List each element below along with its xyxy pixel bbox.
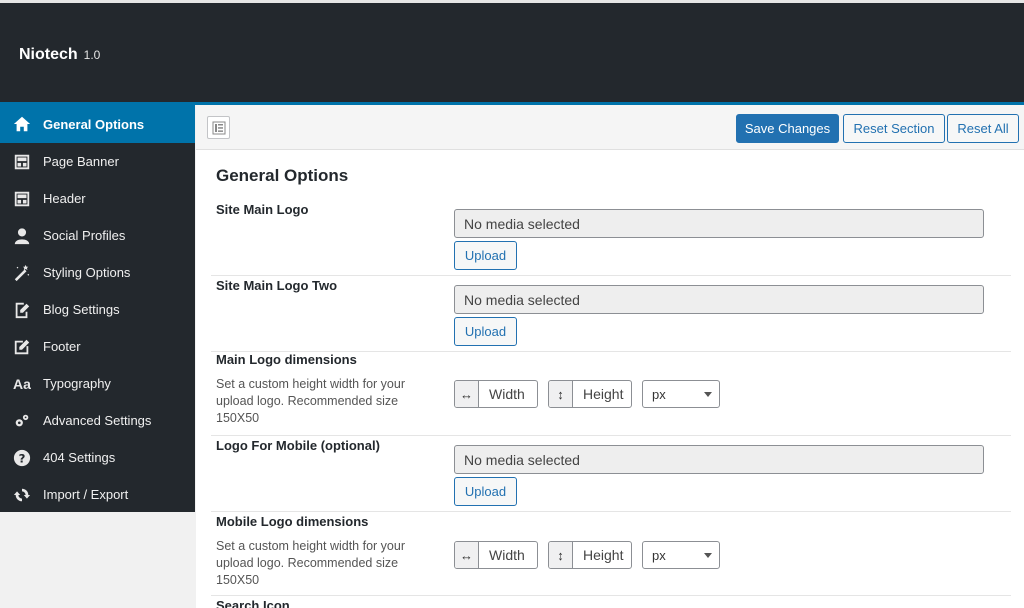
sidebar-item-typography[interactable]: Aa Typography xyxy=(0,365,195,402)
field-row-main-logo-dimensions: Main Logo dimensions Set a custom height… xyxy=(211,352,1011,436)
vertical-arrows-icon: ↕ xyxy=(549,381,573,407)
upload-button[interactable]: Upload xyxy=(454,241,517,270)
sidebar-item-label: Import / Export xyxy=(43,487,129,502)
app-version: 1.0 xyxy=(83,48,101,62)
edit-page-icon xyxy=(12,300,32,320)
gears-icon xyxy=(12,411,32,431)
media-url-field[interactable]: No media selected xyxy=(454,209,984,238)
field-row-site-main-logo: Site Main Logo No media selected Upload xyxy=(211,200,1011,276)
magic-wand-icon xyxy=(12,263,32,283)
sidebar-item-label: Advanced Settings xyxy=(43,413,152,428)
chevron-down-icon xyxy=(704,392,712,397)
width-input-group[interactable]: ↔ Width xyxy=(454,541,538,569)
section-title: General Options xyxy=(216,166,349,185)
options-panel: Save Changes Reset Section Reset All Gen… xyxy=(196,105,1024,608)
width-input-group[interactable]: ↔ Width xyxy=(454,380,538,408)
reset-all-button[interactable]: Reset All xyxy=(947,114,1019,143)
horizontal-arrows-icon: ↔ xyxy=(455,381,479,407)
sidebar-item-footer[interactable]: Footer xyxy=(0,328,195,365)
app-brand: Niotech 1.0 xyxy=(19,46,100,64)
sidebar-item-header[interactable]: Header xyxy=(0,180,195,217)
layout-icon xyxy=(12,152,32,172)
unit-select[interactable]: px xyxy=(642,380,720,408)
list-icon xyxy=(212,121,225,134)
field-label: Site Main Logo xyxy=(216,202,309,217)
height-input-group[interactable]: ↕ Height xyxy=(548,380,632,408)
sidebar-item-advanced-settings[interactable]: Advanced Settings xyxy=(0,402,195,439)
expand-toggle-button[interactable] xyxy=(207,116,230,139)
horizontal-arrows-icon: ↔ xyxy=(455,542,479,568)
top-header: Niotech 1.0 xyxy=(0,0,1024,102)
sidebar-item-social-profiles[interactable]: Social Profiles xyxy=(0,217,195,254)
sidebar-item-label: Header xyxy=(43,191,86,206)
field-row-logo-for-mobile: Logo For Mobile (optional) No media sele… xyxy=(211,436,1011,512)
edit-icon xyxy=(12,337,32,357)
reset-section-button[interactable]: Reset Section xyxy=(843,114,945,143)
app-name: Niotech xyxy=(19,46,78,63)
field-description: Set a custom height width for your uploa… xyxy=(216,377,405,425)
field-label: Site Main Logo Two xyxy=(216,278,338,293)
sidebar-item-label: Social Profiles xyxy=(43,228,126,243)
upload-button[interactable]: Upload xyxy=(454,477,517,506)
upload-button[interactable]: Upload xyxy=(454,317,517,346)
sidebar-item-label: Footer xyxy=(43,339,81,354)
field-label: Logo For Mobile (optional) xyxy=(216,438,380,453)
height-input[interactable]: Height xyxy=(573,381,623,407)
field-row-search-icon: Search Icon xyxy=(211,596,1011,608)
sidebar-item-label: Typography xyxy=(43,376,111,391)
sidebar-item-styling-options[interactable]: Styling Options xyxy=(0,254,195,291)
field-label: Mobile Logo dimensions xyxy=(216,514,369,529)
save-changes-button[interactable]: Save Changes xyxy=(736,114,839,143)
media-url-field[interactable]: No media selected xyxy=(454,445,984,474)
height-input-group[interactable]: ↕ Height xyxy=(548,541,632,569)
font-icon: Aa xyxy=(13,375,31,392)
chevron-down-icon xyxy=(704,553,712,558)
width-input[interactable]: Width xyxy=(479,381,525,407)
field-label: Search Icon xyxy=(216,598,290,608)
user-icon xyxy=(12,226,32,246)
sidebar-item-blog-settings[interactable]: Blog Settings xyxy=(0,291,195,328)
sidebar-item-label: Styling Options xyxy=(43,265,131,280)
sidebar-item-page-banner[interactable]: Page Banner xyxy=(0,143,195,180)
refresh-icon xyxy=(12,485,32,505)
unit-select-value: px xyxy=(652,547,666,563)
sidebar-item-label: General Options xyxy=(43,116,145,132)
sidebar: General Options Page Banner Header Socia… xyxy=(0,105,195,512)
question-icon: ? xyxy=(12,448,32,468)
options-toolbar: Save Changes Reset Section Reset All xyxy=(196,105,1024,150)
unit-select[interactable]: px xyxy=(642,541,720,569)
media-url-field[interactable]: No media selected xyxy=(454,285,984,314)
svg-text:?: ? xyxy=(19,451,26,465)
field-label: Main Logo dimensions xyxy=(216,352,357,367)
sidebar-item-label: Page Banner xyxy=(43,154,119,169)
sidebar-item-import-export[interactable]: Import / Export xyxy=(0,476,195,513)
field-row-mobile-logo-dimensions: Mobile Logo dimensions Set a custom heig… xyxy=(211,512,1011,596)
home-icon xyxy=(12,114,32,134)
width-input[interactable]: Width xyxy=(479,542,525,568)
sidebar-item-general-options[interactable]: General Options xyxy=(0,105,195,143)
height-input[interactable]: Height xyxy=(573,542,623,568)
sidebar-item-label: 404 Settings xyxy=(43,450,116,465)
field-row-site-main-logo-two: Site Main Logo Two No media selected Upl… xyxy=(211,276,1011,352)
sidebar-item-label: Blog Settings xyxy=(43,302,120,317)
vertical-arrows-icon: ↕ xyxy=(549,542,573,568)
sidebar-item-404-settings[interactable]: ? 404 Settings xyxy=(0,439,195,476)
field-description: Set a custom height width for your uploa… xyxy=(216,539,405,587)
layout-icon xyxy=(12,189,32,209)
unit-select-value: px xyxy=(652,386,666,402)
